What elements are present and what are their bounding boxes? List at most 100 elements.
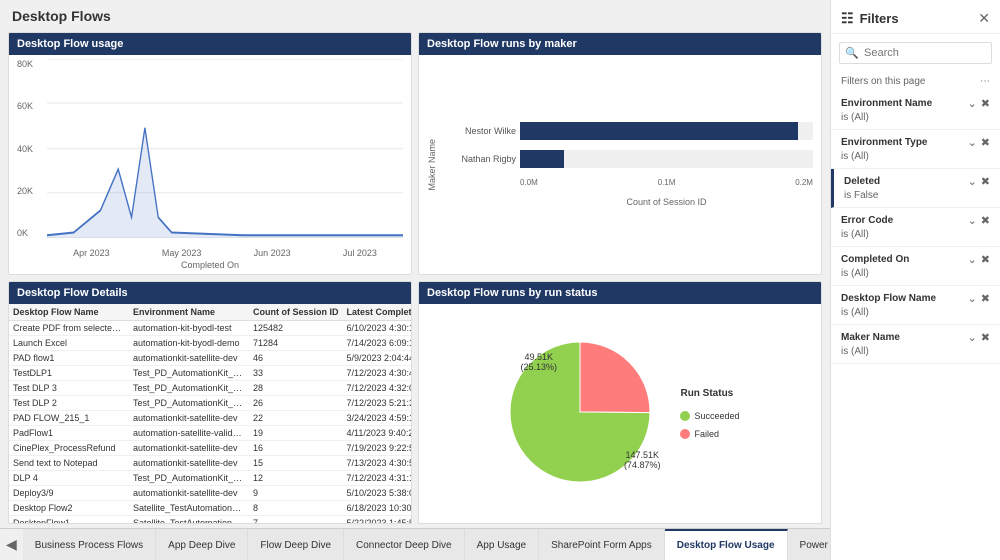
filters-close-btn[interactable]: ✕ xyxy=(978,10,990,27)
filter-expand[interactable]: ⌄ xyxy=(968,97,977,110)
filter-item-deleted[interactable]: Deleted ⌄ ✖ is False xyxy=(831,169,1000,208)
filter-controls: ⌄ ✖ xyxy=(968,292,990,305)
filter-clear[interactable]: ✖ xyxy=(981,214,990,227)
annotation-failed: 49.51K (25.13%) xyxy=(520,352,557,372)
filter-clear[interactable]: ✖ xyxy=(981,136,990,149)
filter-item-environment-name[interactable]: Environment Name ⌄ ✖ is (All) xyxy=(831,91,1000,130)
maker-bar-1 xyxy=(520,122,798,140)
filter-icon: ☷ xyxy=(841,10,854,27)
tab-power-apps-adoption[interactable]: Power Apps Adoption xyxy=(788,529,830,560)
filter-expand[interactable]: ⌄ xyxy=(968,253,977,266)
filter-value: is (All) xyxy=(841,151,990,162)
bottom-tabs: ◀ Business Process Flows App Deep Dive F… xyxy=(0,528,830,560)
table-cell-col2: 33 xyxy=(249,366,343,381)
filter-item-completed-on[interactable]: Completed On ⌄ ✖ is (All) xyxy=(831,247,1000,286)
filter-name: Completed On xyxy=(841,254,909,265)
tab-desktop-flow-usage[interactable]: Desktop Flow Usage xyxy=(665,529,788,560)
table-cell-col0: CinePlex_ProcessRefund xyxy=(9,441,129,456)
legend-failed: Failed xyxy=(680,429,719,439)
col-completed: Latest Completed On xyxy=(343,304,412,321)
tab-app-deep-dive[interactable]: App Deep Dive xyxy=(156,529,248,560)
filter-value: is (All) xyxy=(841,307,990,318)
run-status-header: Desktop Flow runs by run status xyxy=(419,282,821,304)
filter-expand[interactable]: ⌄ xyxy=(968,331,977,344)
search-icon: 🔍 xyxy=(845,47,859,60)
annotation-failed-value: 49.51K xyxy=(520,352,557,362)
filter-controls: ⌄ ✖ xyxy=(968,175,990,188)
maker-x-2: 0.2M xyxy=(795,178,813,187)
filter-item-environment-type[interactable]: Environment Type ⌄ ✖ is (All) xyxy=(831,130,1000,169)
table-cell-col1: Satellite_TestAutomationKIT xyxy=(129,501,249,516)
filter-clear[interactable]: ✖ xyxy=(981,97,990,110)
annotation-succeeded: 147.51K (74.87%) xyxy=(624,450,661,470)
maker-chart-body: Maker Name Nestor Wilke Nat xyxy=(419,55,821,274)
table-cell-col0: Deploy3/9 xyxy=(9,486,129,501)
filters-title-text: Filters xyxy=(860,11,899,26)
maker-x-axis-label: Count of Session ID xyxy=(520,197,813,207)
filter-controls: ⌄ ✖ xyxy=(968,136,990,149)
maker-y-axis-label: Maker Name xyxy=(427,139,437,191)
content-area: Desktop Flows Desktop Flow usage 80K 60K… xyxy=(0,0,830,560)
filter-item-desktop-flow-name[interactable]: Desktop Flow Name ⌄ ✖ is (All) xyxy=(831,286,1000,325)
table-cell-col0: PadFlow1 xyxy=(9,426,129,441)
table-cell-col1: automation-satellite-validation xyxy=(129,426,249,441)
tab-flow-deep-dive[interactable]: Flow Deep Dive xyxy=(248,529,344,560)
filter-value: is (All) xyxy=(841,112,990,123)
table-cell-col0: PAD flow1 xyxy=(9,351,129,366)
filter-expand[interactable]: ⌄ xyxy=(968,136,977,149)
filter-item-maker-name[interactable]: Maker Name ⌄ ✖ is (All) xyxy=(831,325,1000,364)
col-count: Count of Session ID xyxy=(249,304,343,321)
table-cell-col2: 7 xyxy=(249,516,343,524)
table-cell-col2: 9 xyxy=(249,486,343,501)
filter-item-error-code[interactable]: Error Code ⌄ ✖ is (All) xyxy=(831,208,1000,247)
x-label-may: May 2023 xyxy=(162,248,202,258)
table-cell-col0: Desktop Flow2 xyxy=(9,501,129,516)
maker-bar-bg-2 xyxy=(520,150,813,168)
tab-connector-deep-dive[interactable]: Connector Deep Dive xyxy=(344,529,465,560)
usage-chart-card: Desktop Flow usage 80K 60K 40K 20K 0K xyxy=(8,32,412,275)
maker-row-2: Nathan Rigby xyxy=(441,150,813,168)
filter-name: Desktop Flow Name xyxy=(841,293,936,304)
filters-on-page-label: Filters on this page ⋯ xyxy=(831,72,1000,91)
filter-expand[interactable]: ⌄ xyxy=(968,214,977,227)
page-title: Desktop Flows xyxy=(0,0,830,28)
table-cell-col2: 8 xyxy=(249,501,343,516)
table-row: Launch Excelautomation-kit-byodl-demo712… xyxy=(9,336,411,351)
filter-clear[interactable]: ✖ xyxy=(981,175,990,188)
filter-value: is (All) xyxy=(841,346,990,357)
x-label-jul: Jul 2023 xyxy=(343,248,377,258)
table-cell-col3: 6/10/2023 4:30:16 AM xyxy=(343,321,412,336)
table-cell-col3: 3/24/2023 4:59:15 AM xyxy=(343,411,412,426)
filter-clear[interactable]: ✖ xyxy=(981,292,990,305)
table-cell-col0: Send text to Notepad xyxy=(9,456,129,471)
table-cell-col2: 19 xyxy=(249,426,343,441)
table-cell-col2: 12 xyxy=(249,471,343,486)
x-label-apr: Apr 2023 xyxy=(73,248,110,258)
maker-chart-header: Desktop Flow runs by maker xyxy=(419,33,821,55)
filter-expand[interactable]: ⌄ xyxy=(968,175,977,188)
maker-x-0: 0.0M xyxy=(520,178,538,187)
chart-footer: Completed On xyxy=(17,260,403,270)
filter-expand[interactable]: ⌄ xyxy=(968,292,977,305)
succeeded-dot xyxy=(680,411,690,421)
filter-clear[interactable]: ✖ xyxy=(981,331,990,344)
filters-header: ☷ Filters ✕ xyxy=(831,0,1000,34)
table-body[interactable]: Desktop Flow Name Environment Name Count… xyxy=(9,304,411,523)
search-input[interactable] xyxy=(839,42,992,64)
annotation-succeeded-pct: (74.87%) xyxy=(624,460,661,470)
table-cell-col2: 71284 xyxy=(249,336,343,351)
run-status-body: 49.51K (25.13%) 147.51K (74.87%) Run Sta… xyxy=(419,304,821,523)
table-cell-col2: 125482 xyxy=(249,321,343,336)
maker-label-2: Nathan Rigby xyxy=(441,154,516,164)
tab-sharepoint-form-apps[interactable]: SharePoint Form Apps xyxy=(539,529,665,560)
tab-nav-left[interactable]: ◀ xyxy=(0,529,23,560)
filter-clear[interactable]: ✖ xyxy=(981,253,990,266)
table-cell-col0: Launch Excel xyxy=(9,336,129,351)
pie-container: 49.51K (25.13%) 147.51K (74.87%) Run Sta… xyxy=(419,304,821,523)
filters-more-btn[interactable]: ⋯ xyxy=(980,76,990,87)
tab-app-usage[interactable]: App Usage xyxy=(465,529,539,560)
annotation-failed-pct: (25.13%) xyxy=(520,362,557,372)
tab-business-process-flows[interactable]: Business Process Flows xyxy=(23,529,156,560)
legend-succeeded: Succeeded xyxy=(680,411,739,421)
table-cell-col0: TestDLP1 xyxy=(9,366,129,381)
